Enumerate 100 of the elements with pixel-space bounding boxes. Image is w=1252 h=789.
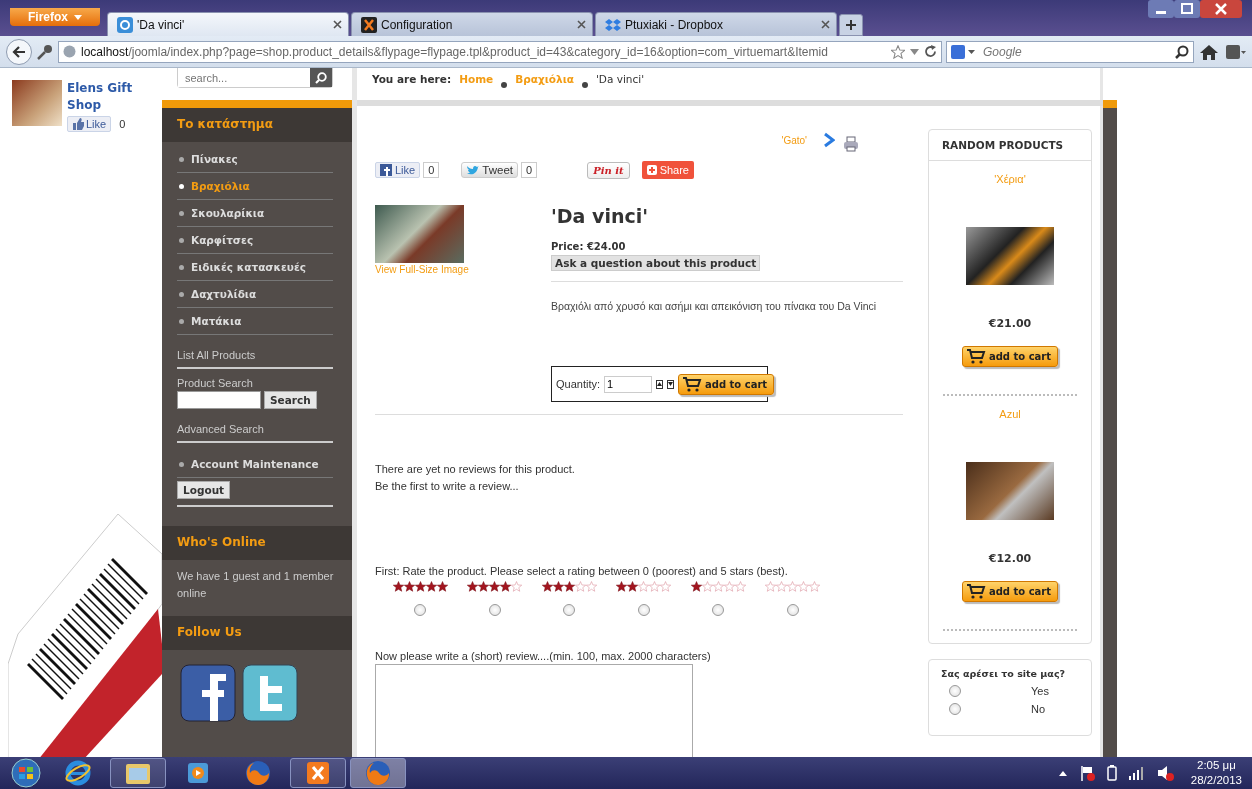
rating-radio[interactable] — [414, 604, 427, 616]
star-icon — [660, 581, 672, 592]
browser-tab[interactable]: Configuration — [351, 12, 593, 36]
breadcrumb-label: You are here: — [372, 73, 452, 85]
advanced-search-link[interactable]: Advanced Search — [177, 409, 333, 443]
flag-icon[interactable] — [1078, 765, 1095, 781]
account-maintenance-link[interactable]: Account Maintenance — [177, 451, 333, 478]
like-count: 0 — [119, 118, 126, 130]
search-icon[interactable] — [1175, 44, 1189, 59]
list-all-products-link[interactable]: List All Products — [177, 335, 333, 369]
sidebar-heading: Follow Us — [162, 616, 352, 650]
product-photo-placeholder[interactable] — [966, 227, 1054, 285]
category-link[interactable]: Ειδικές κατασκευές — [177, 254, 333, 281]
poll-radio[interactable] — [949, 685, 961, 697]
taskbar-app-button[interactable] — [290, 758, 346, 788]
increase-button[interactable] — [656, 379, 664, 389]
product-search-field[interactable] — [177, 391, 261, 409]
review-field[interactable] — [375, 664, 693, 757]
facebook-icon[interactable] — [180, 664, 236, 722]
sidebar-heading: Το κατάστημα — [162, 108, 352, 142]
add-to-cart-button[interactable]: add to cart — [961, 346, 1059, 367]
browser-tab[interactable]: Ptuxiaki - Dropbox — [595, 12, 837, 36]
facebook-like-button[interactable]: Like — [375, 162, 421, 178]
shop-title[interactable]: Elens Gift Shop — [67, 80, 137, 114]
minimize-icon[interactable] — [1148, 0, 1174, 18]
product-photo-placeholder[interactable] — [375, 205, 464, 263]
star-icon — [392, 581, 404, 592]
logo-image[interactable] — [12, 80, 62, 126]
search-engine-icon[interactable] — [951, 44, 977, 59]
browser-tab[interactable]: 'Da vinci' — [107, 12, 349, 36]
rating-radio[interactable] — [786, 604, 799, 616]
plus-icon — [646, 165, 657, 175]
pin-it-button[interactable]: Pin it — [587, 161, 630, 179]
like-button[interactable]: Like — [67, 116, 112, 132]
close-icon[interactable] — [1200, 0, 1242, 18]
close-icon[interactable] — [333, 20, 342, 29]
signal-icon[interactable] — [1128, 766, 1145, 780]
category-link[interactable]: Πίνακες — [177, 146, 333, 173]
close-icon[interactable] — [821, 20, 830, 29]
category-link[interactable]: Δαχτυλίδια — [177, 281, 333, 308]
share-button[interactable]: Share — [641, 161, 694, 179]
search-icon — [315, 71, 327, 84]
up-arrow-icon[interactable] — [1058, 770, 1067, 776]
star-icon — [627, 581, 639, 592]
taskbar-app-button[interactable] — [110, 758, 166, 788]
product-photo-placeholder[interactable] — [966, 462, 1054, 520]
search-bar[interactable]: Google — [946, 40, 1194, 63]
caret-icon — [74, 14, 82, 20]
add-to-cart-button[interactable]: add to cart — [678, 373, 775, 395]
site-search-bar[interactable]: search... — [177, 68, 333, 88]
category-link[interactable]: Ματάκια — [177, 308, 333, 335]
twitter-icon[interactable] — [242, 664, 298, 722]
key-icon[interactable] — [36, 42, 54, 61]
dropdown-icon[interactable] — [910, 48, 919, 55]
back-arrow-icon — [12, 45, 26, 58]
new-tab-button[interactable] — [839, 14, 863, 36]
address-bar[interactable]: localhost/joomla/index.php?page=shop.product_details&flypage=flypage.tpl&product_id=43&category_id=16&option=com_virtuemart&Itemid — [58, 40, 942, 63]
rating-radio[interactable] — [712, 604, 725, 616]
print-icon[interactable] — [843, 136, 859, 152]
back-button[interactable] — [6, 38, 32, 65]
star-icon — [563, 581, 575, 592]
breadcrumb-link[interactable]: 'Da vinci' — [595, 73, 645, 85]
search-field[interactable]: Google — [981, 43, 1171, 60]
thumbs-up-icon — [72, 118, 84, 130]
category-link[interactable]: Βραχιόλια — [177, 173, 333, 200]
rating-radio[interactable] — [563, 604, 576, 616]
tweet-button[interactable]: Tweet — [461, 162, 518, 178]
star-icon — [574, 581, 586, 592]
reload-icon[interactable] — [924, 45, 937, 58]
rating-radio[interactable] — [488, 604, 501, 616]
quantity-field[interactable]: 1 — [604, 375, 653, 393]
star-icon[interactable] — [891, 44, 905, 59]
maximize-icon[interactable] — [1174, 0, 1200, 18]
star-icon — [723, 581, 735, 592]
tweet-count: 0 — [521, 162, 538, 178]
clock[interactable]: 2:05 μμ 28/2/2013 — [1186, 758, 1246, 788]
facebook-icon — [380, 164, 392, 176]
category-link[interactable]: Σκουλαρίκια — [177, 200, 333, 227]
up-arrow-icon — [657, 382, 663, 386]
category-link[interactable]: Καρφίτσες — [177, 227, 333, 254]
poll-option-label: Yes — [1031, 685, 1049, 697]
home-icon[interactable] — [1198, 42, 1220, 61]
decrease-button[interactable] — [667, 379, 675, 389]
ask-question-button[interactable]: Ask a question about this product — [551, 255, 761, 271]
panel-title: RANDOM PRODUCTS — [929, 130, 1091, 161]
star-icon — [467, 581, 479, 592]
star-icon — [414, 581, 426, 592]
battery-icon[interactable] — [1106, 765, 1117, 781]
product-search-label: Product Search — [177, 377, 254, 389]
search-button[interactable] — [310, 68, 332, 87]
logout-button[interactable]: Logout — [177, 481, 231, 499]
quantity-label: Quantity: — [556, 378, 601, 390]
add-to-cart-button[interactable]: add to cart — [961, 581, 1059, 602]
speaker-muted-icon[interactable] — [1156, 765, 1175, 781]
poll-radio[interactable] — [949, 703, 961, 715]
rating-radio[interactable] — [637, 604, 650, 616]
search-button[interactable]: Search — [264, 391, 317, 409]
close-icon[interactable] — [577, 20, 586, 29]
bookmarks-icon[interactable] — [1224, 42, 1246, 61]
star-icon — [734, 581, 746, 592]
